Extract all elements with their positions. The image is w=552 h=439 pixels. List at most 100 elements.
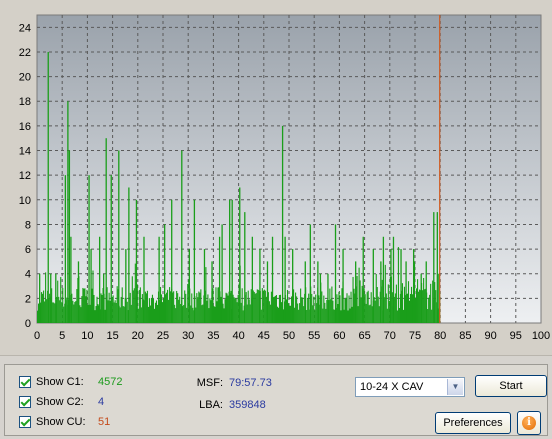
c1-bar: [348, 295, 350, 323]
show-cu-checkbox[interactable]: [19, 416, 31, 428]
c1-bar: [170, 291, 172, 323]
show-c2-label: Show C2:: [36, 396, 84, 408]
c1-bar: [158, 236, 160, 323]
c1-bar: [72, 300, 74, 323]
c1-bar: [58, 296, 60, 323]
start-button[interactable]: Start: [475, 375, 547, 397]
c1-bar: [44, 301, 46, 323]
c1-bar: [98, 236, 101, 323]
c1-bar: [60, 277, 62, 323]
c1-bar: [279, 294, 282, 323]
x-tick-label: 35: [207, 330, 219, 342]
c1-bar: [37, 310, 39, 323]
c1-bar: [306, 309, 308, 323]
x-tick-label: 55: [308, 330, 320, 342]
c1-bar: [315, 294, 317, 323]
c1-bar: [54, 303, 56, 323]
chevron-down-icon[interactable]: ▼: [447, 379, 463, 395]
c1-bar: [143, 236, 145, 323]
y-tick-label: 20: [19, 72, 31, 84]
c1-bar: [435, 290, 437, 323]
c1-bar: [364, 294, 366, 323]
c1-bar: [396, 310, 398, 323]
c1-bar: [301, 297, 303, 323]
c1-bar: [277, 307, 280, 323]
c1-bar: [405, 261, 407, 323]
c1-bar: [325, 308, 327, 323]
c1-bar: [73, 304, 75, 323]
c1-bar: [80, 307, 82, 323]
speed-select[interactable]: 10-24 X CAV ▼: [355, 377, 465, 397]
c1-bar: [259, 249, 261, 323]
c1-bar: [340, 310, 342, 323]
y-tick-label: 0: [25, 318, 31, 330]
c1-bar: [179, 296, 181, 323]
c1-bar: [241, 288, 243, 323]
c1-bar: [100, 293, 102, 323]
c1-bar: [299, 303, 301, 323]
c1-bar: [112, 295, 114, 323]
c1-bar: [356, 275, 358, 323]
c1-bar: [347, 310, 349, 323]
c1-bar: [352, 276, 354, 323]
c1-bar: [261, 288, 263, 323]
c1-bar: [135, 199, 138, 323]
c1-bar: [257, 289, 259, 323]
c1-bar: [64, 175, 67, 323]
c1-bar: [345, 297, 347, 323]
c1-bar: [216, 301, 218, 323]
c1-bar: [300, 288, 302, 323]
c1-bar: [147, 306, 149, 323]
c1-bar: [171, 199, 173, 323]
c1-bar: [132, 290, 134, 323]
c1-bar: [323, 295, 325, 323]
preferences-button[interactable]: Preferences: [435, 412, 511, 434]
c1-bar: [312, 305, 314, 323]
c1-bar: [266, 261, 269, 323]
c1-bar: [411, 294, 414, 323]
c1-bar: [145, 293, 147, 323]
c1-bar: [209, 298, 211, 323]
c1-bar: [341, 288, 343, 323]
x-tick-label: 5: [59, 330, 65, 342]
c1-bar: [333, 309, 335, 323]
c1-bar: [109, 300, 111, 323]
show-c2-checkbox[interactable]: [19, 396, 31, 408]
c1-bar: [181, 150, 183, 323]
c1-bar: [250, 289, 252, 323]
c1-bar: [77, 261, 80, 323]
c1-bar: [225, 292, 227, 323]
c1-bar: [322, 308, 324, 323]
y-tick-label: 22: [19, 47, 31, 59]
c1-bar: [207, 294, 209, 323]
c1-bar: [235, 298, 237, 323]
c1-bar: [270, 291, 272, 323]
c1-bar: [391, 292, 393, 323]
c1-bar: [82, 287, 84, 323]
c1-bar: [314, 310, 316, 323]
c1-bar: [255, 293, 257, 323]
c1-bar: [76, 289, 78, 323]
x-tick-label: 15: [106, 330, 118, 342]
c1-bar: [121, 287, 123, 323]
c1-bar: [326, 300, 328, 323]
c1-bar: [385, 293, 387, 323]
x-tick-label: 100: [532, 330, 550, 342]
c1-bar: [122, 306, 124, 323]
c1-bar: [198, 291, 200, 323]
c1-bar: [213, 305, 215, 323]
c1-bar: [168, 299, 170, 323]
c1-bar: [281, 125, 284, 323]
c1-bar: [242, 310, 244, 323]
c1-bar: [110, 175, 112, 323]
c1-bar: [431, 309, 433, 323]
info-button[interactable]: i: [517, 411, 541, 435]
c1-bar: [164, 224, 166, 323]
c1-bar: [217, 287, 219, 323]
plot-area: [36, 14, 542, 324]
c1-bar: [317, 261, 319, 323]
c1-bar: [163, 298, 165, 323]
c1-bar: [210, 300, 212, 323]
show-c1-checkbox[interactable]: [19, 376, 31, 388]
c1-bar: [239, 187, 241, 323]
